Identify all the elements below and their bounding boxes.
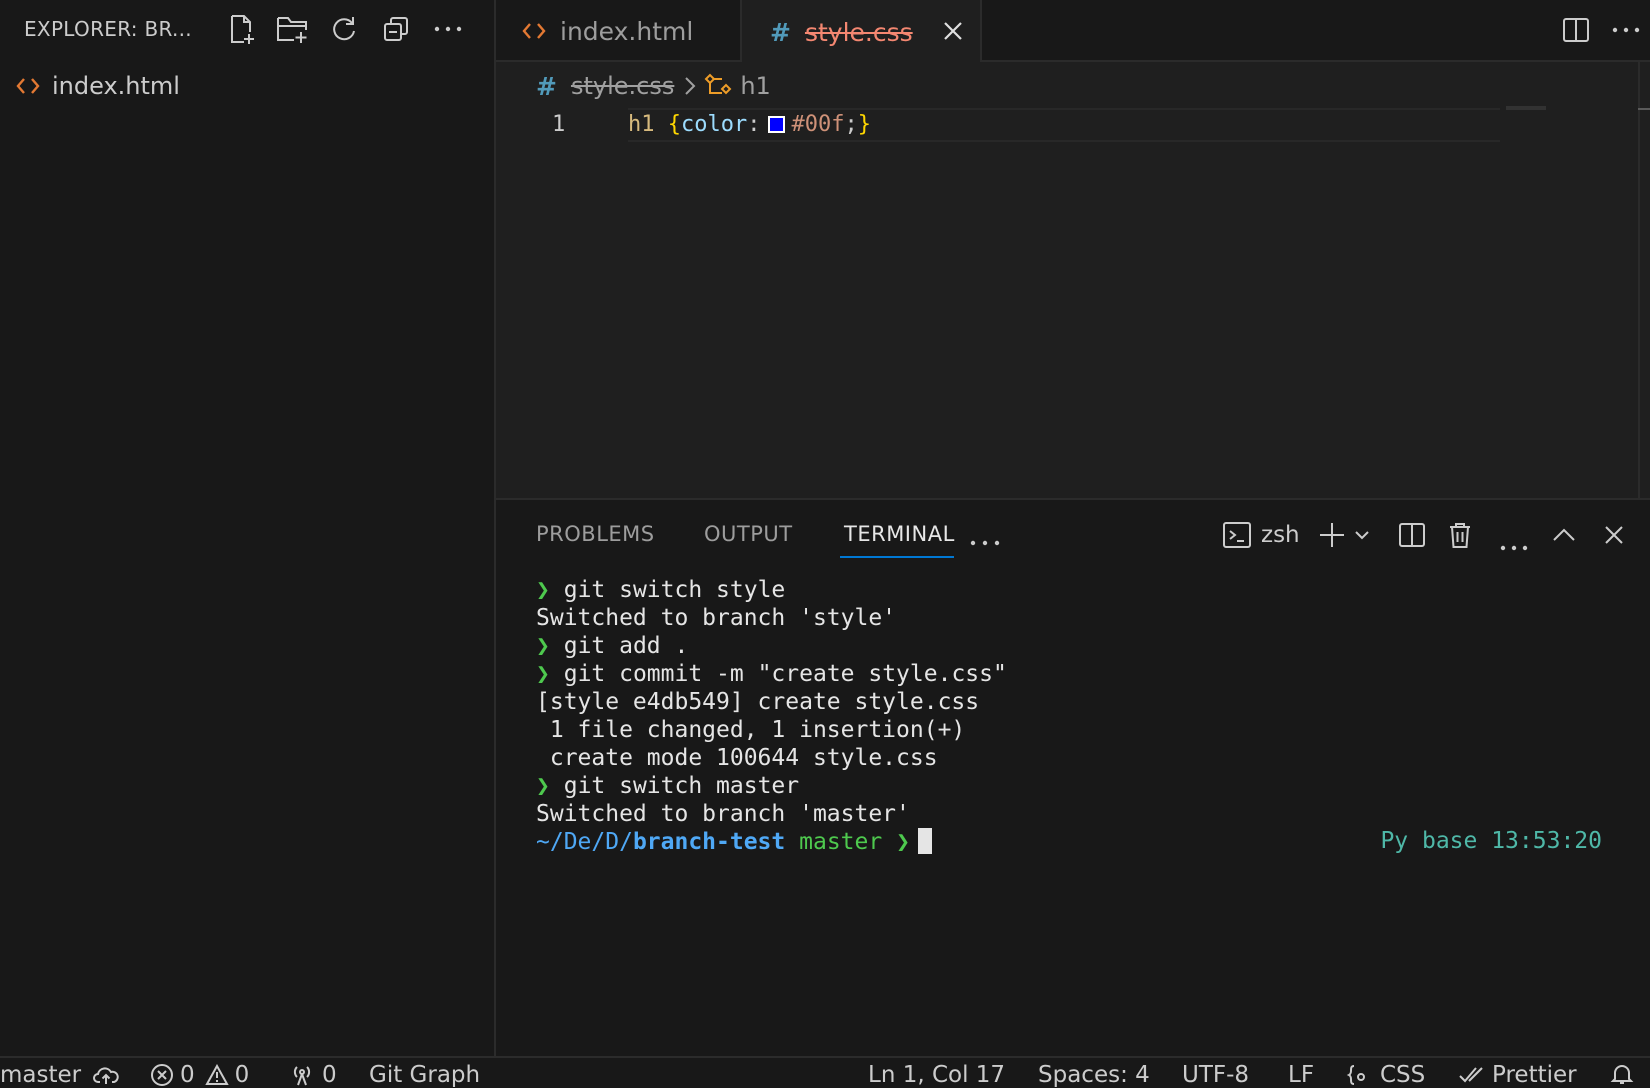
line-number: 1 <box>552 112 566 137</box>
branch-indicator[interactable]: master <box>0 1062 119 1088</box>
terminal-line: Switched to branch 'style' <box>536 605 897 631</box>
formatter-label: Prettier <box>1492 1062 1577 1088</box>
new-folder-icon[interactable] <box>274 12 310 46</box>
collapse-all-icon[interactable] <box>378 12 414 46</box>
encoding[interactable]: UTF-8 <box>1182 1062 1249 1088</box>
warning-count: 0 <box>234 1062 250 1088</box>
warning-icon <box>204 1064 229 1086</box>
tab-index-html[interactable]: index.html <box>496 0 742 62</box>
tab-label: style.css <box>804 17 913 47</box>
css-selector: h1 <box>628 112 655 137</box>
more-actions-icon[interactable] <box>430 12 466 46</box>
bottom-panel: PROBLEMS OUTPUT TERMINAL zsh ❯ git switc… <box>496 498 1650 1056</box>
more-actions-icon[interactable] <box>1500 531 1528 565</box>
terminal-shell-name[interactable]: zsh <box>1261 522 1300 548</box>
notifications-bell-icon[interactable] <box>1610 1062 1634 1086</box>
breadcrumb-symbol[interactable]: h1 <box>740 72 770 100</box>
breadcrumb-file[interactable]: style.css <box>571 72 674 100</box>
branch-name: master <box>0 1062 82 1088</box>
prettier-status[interactable]: Prettier <box>1458 1062 1577 1088</box>
explorer-title: EXPLORER: BR... <box>24 17 192 41</box>
css-icon: # <box>770 17 791 47</box>
editor-tab-bar: index.html # style.css <box>496 0 1650 64</box>
close-brace: } <box>857 112 871 137</box>
terminal-line: 1 file changed, 1 insertion(+) <box>536 717 966 743</box>
terminal-output[interactable]: ❯ git switch style Switched to branch 'st… <box>536 576 1007 856</box>
refresh-icon[interactable] <box>326 12 362 46</box>
trash-icon[interactable] <box>1448 518 1472 552</box>
terminal-line: ❯ git commit -m "create style.css" <box>536 661 1007 687</box>
status-bar: master 0 0 0 Git Graph Ln 1, Col 17 Spac… <box>0 1056 1650 1088</box>
terminal-line: [style e4db549] create style.css <box>536 689 980 715</box>
file-item-index-html[interactable]: index.html <box>0 66 494 106</box>
tab-style-css[interactable]: # style.css <box>742 0 982 64</box>
language-label: CSS <box>1380 1062 1426 1088</box>
error-count: 0 <box>180 1062 195 1088</box>
css-property: color <box>681 112 748 137</box>
ports-indicator[interactable]: 0 <box>290 1062 337 1088</box>
split-editor-icon[interactable] <box>1558 12 1594 48</box>
language-mode[interactable]: CSS <box>1346 1062 1425 1088</box>
explorer-header: EXPLORER: BR... <box>0 0 494 58</box>
maximize-panel-icon[interactable] <box>1552 518 1576 552</box>
colon: : <box>747 112 761 137</box>
prompt-dir: branch-test <box>632 829 786 855</box>
terminal-line: ❯ git switch master <box>536 773 800 799</box>
new-terminal-icon[interactable] <box>1318 518 1346 552</box>
minimap[interactable] <box>1506 106 1546 110</box>
open-brace: { <box>667 112 681 137</box>
indentation[interactable]: Spaces: 4 <box>1038 1062 1150 1088</box>
terminal-line: ❯ git switch style <box>536 577 786 603</box>
end-of-line[interactable]: LF <box>1288 1062 1314 1088</box>
new-file-icon[interactable] <box>224 12 260 46</box>
broadcast-icon <box>290 1063 314 1087</box>
html-icon <box>16 76 40 96</box>
cloud-upload-icon[interactable] <box>93 1064 119 1086</box>
code-editor[interactable]: # style.css h1 1 h1 {color: #00f;} <box>496 62 1650 498</box>
terminal-line: create mode 100644 style.css <box>536 745 938 771</box>
split-terminal-icon[interactable] <box>1398 518 1426 552</box>
css-icon: # <box>536 71 557 101</box>
prompt-branch: master <box>799 829 883 855</box>
tab-problems[interactable]: PROBLEMS <box>536 522 655 546</box>
ports-count: 0 <box>322 1062 337 1088</box>
breadcrumb: # style.css h1 <box>536 68 771 104</box>
chevron-down-icon[interactable] <box>1354 518 1370 552</box>
terminal-right-status: Py base 13:53:20 <box>1380 828 1602 854</box>
overview-ruler-mark <box>1638 108 1650 110</box>
color-swatch[interactable] <box>768 116 786 133</box>
prompt-arrow: ❯ <box>896 829 910 855</box>
prompt-path: ~/De/D/ <box>536 829 633 855</box>
close-panel-icon[interactable] <box>1604 518 1624 552</box>
close-tab-icon[interactable] <box>938 16 968 46</box>
code-line[interactable]: h1 {color: #00f;} <box>628 112 871 137</box>
more-actions-icon[interactable] <box>1608 12 1644 48</box>
terminal-cursor <box>917 828 932 854</box>
file-name: index.html <box>52 72 180 100</box>
tab-output[interactable]: OUTPUT <box>704 522 793 546</box>
braces-icon <box>1346 1063 1370 1087</box>
editor-scrollbar[interactable] <box>1638 62 1640 498</box>
html-icon <box>522 21 546 41</box>
semicolon: ; <box>844 112 858 137</box>
terminal-prompt-line[interactable]: ~/De/D/branch-test master ❯ <box>536 828 1007 856</box>
symbol-class-icon <box>704 73 732 99</box>
double-check-icon <box>1458 1065 1486 1085</box>
more-views-icon[interactable] <box>970 526 1000 560</box>
active-tab-indicator <box>840 556 954 558</box>
git-graph-button[interactable]: Git Graph <box>369 1062 480 1088</box>
tab-terminal[interactable]: TERMINAL <box>844 522 955 546</box>
terminal-line: ❯ git add . <box>536 633 689 659</box>
cursor-position[interactable]: Ln 1, Col 17 <box>868 1062 1005 1088</box>
css-value: #00f <box>791 112 845 137</box>
error-icon <box>150 1063 174 1087</box>
explorer-sidebar: EXPLORER: BR... index.html <box>0 0 496 1056</box>
terminal-line: Switched to branch 'master' <box>536 801 910 827</box>
chevron-right-icon <box>684 76 696 96</box>
terminal-icon <box>1222 518 1252 552</box>
problems-indicator[interactable]: 0 0 <box>150 1062 249 1088</box>
tab-label: index.html <box>560 16 694 46</box>
